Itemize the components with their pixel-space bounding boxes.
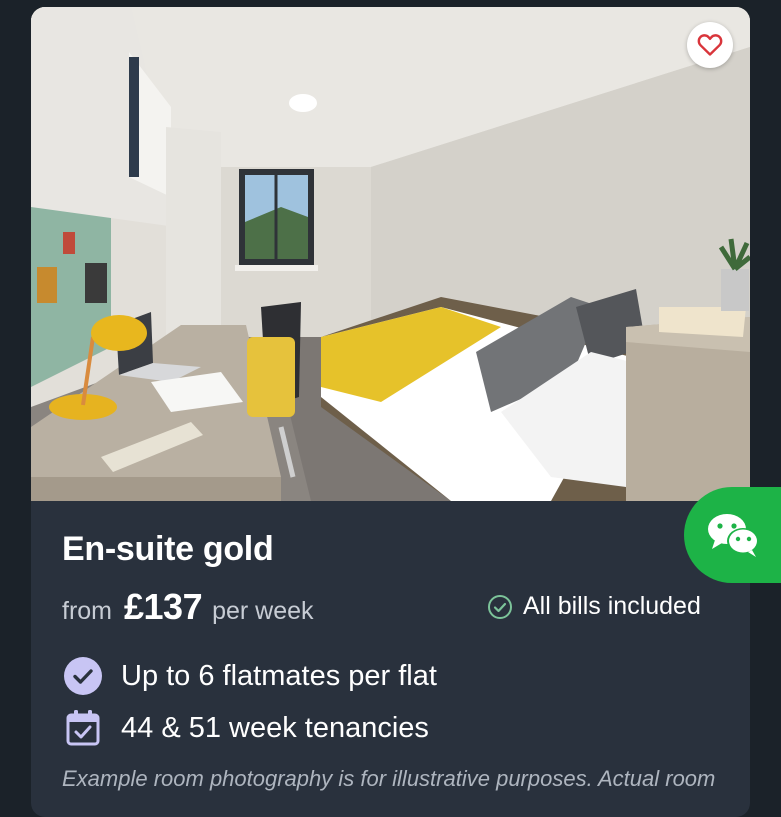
price-suffix: per week [212,597,314,625]
heart-icon [697,34,723,56]
price-prefix: from [62,597,112,625]
check-badge-icon [63,656,103,696]
favourite-button[interactable] [687,22,733,68]
feature-label: Up to 6 flatmates per flat [121,659,437,692]
feature-label: 44 & 51 week tenancies [121,711,429,744]
wechat-icon [708,514,759,557]
room-title: En-suite gold [62,530,274,568]
room-photo-illustration [31,7,750,501]
check-circle-icon [488,594,512,619]
price-row: from £137 per week [62,586,314,628]
feature-tenancies: 44 & 51 week tenancies [63,708,429,748]
feature-flatmates: Up to 6 flatmates per flat [63,656,437,696]
photo-disclaimer: Example room photography is for illustra… [62,766,716,791]
calendar-icon [63,708,103,748]
bills-label: All bills included [523,592,701,620]
wechat-chat-button[interactable] [684,487,781,583]
bills-included: All bills included [487,592,701,621]
room-photo[interactable] [31,7,750,501]
price-amount: £137 [124,586,203,627]
room-card[interactable]: En-suite gold from £137 per week All bil… [31,7,750,817]
